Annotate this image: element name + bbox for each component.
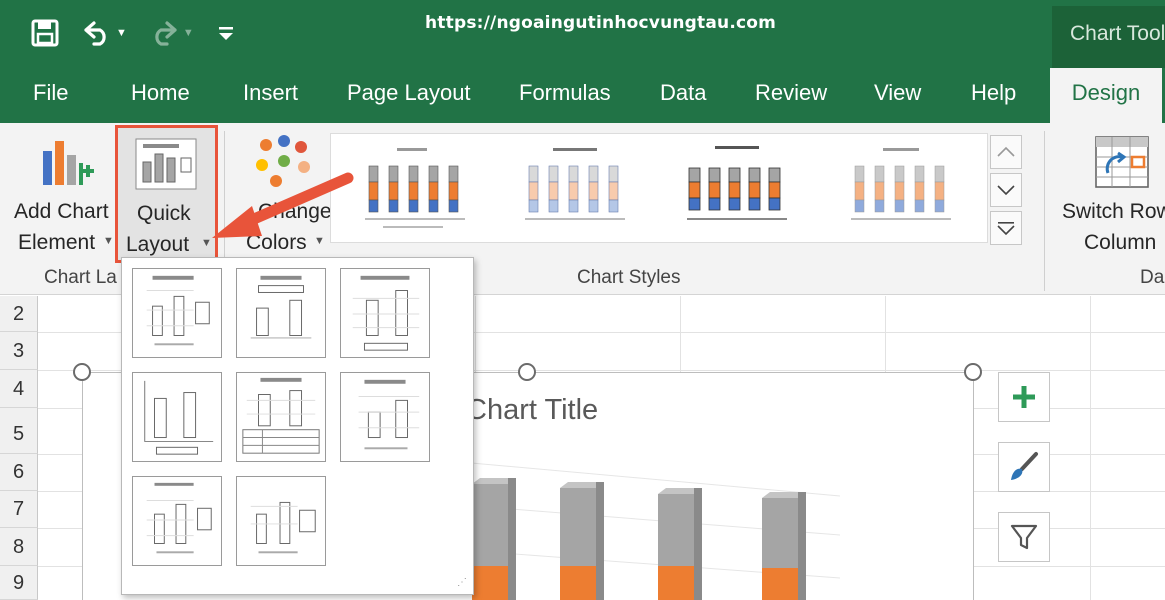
chart-title[interactable]: Chart Title — [466, 394, 598, 427]
chart-elements-button[interactable] — [998, 372, 1050, 422]
tab-view[interactable]: View — [874, 80, 921, 106]
quick-layout-icon — [135, 138, 197, 190]
undo-icon[interactable]: ▼ — [82, 20, 127, 46]
chart-column[interactable] — [472, 478, 516, 600]
gallery-scroll-up-button[interactable] — [990, 135, 1022, 169]
gallery-more-button[interactable] — [990, 211, 1022, 245]
website-watermark: https://ngoaingutinhocvungtau.com — [425, 13, 777, 33]
row-header[interactable]: 8 — [0, 528, 38, 566]
tab-design[interactable]: Design — [1050, 68, 1162, 123]
quick-layout-label-2: Layout — [126, 233, 190, 256]
group-label-chart-layouts: Chart La — [44, 267, 117, 288]
row-header[interactable]: 3 — [0, 332, 38, 370]
chart-column[interactable] — [658, 488, 702, 600]
quick-access-toolbar: ▼ ▼ — [30, 18, 236, 48]
layout-option-8[interactable] — [236, 476, 326, 566]
tab-file[interactable]: File — [33, 80, 68, 106]
chart-filters-button[interactable] — [998, 512, 1050, 562]
chart-style-thumbnail[interactable] — [501, 142, 649, 237]
change-colors-label-1: Change — [258, 200, 332, 223]
row-header[interactable]: 2 — [0, 296, 38, 332]
switch-row-column-icon — [1095, 136, 1149, 188]
chart-styles-button[interactable] — [998, 442, 1050, 492]
title-bar: ▼ ▼ https://ngoaingutinhocvungtau.com Ch… — [0, 0, 1165, 68]
add-chart-element-label-2: Element — [18, 231, 96, 254]
resize-grip-icon[interactable]: ⋰ — [457, 577, 467, 588]
layout-option-1[interactable] — [132, 268, 222, 358]
switch-row-column-button[interactable]: Switch Row/ Column — [1048, 123, 1165, 263]
chart-style-thumbnail[interactable] — [339, 142, 487, 237]
row-header[interactable]: 9 — [0, 566, 38, 600]
switch-row-column-label-2: Column — [1084, 231, 1157, 254]
row-header[interactable]: 4 — [0, 370, 38, 408]
chart-style-thumbnail[interactable] — [827, 142, 975, 237]
quick-layout-menu: ⋰ — [121, 257, 474, 595]
dropdown-arrow-icon: ▼ — [314, 235, 325, 247]
row-header[interactable]: 5 — [0, 408, 38, 454]
tab-help[interactable]: Help — [971, 80, 1016, 106]
undo-dropdown-icon[interactable]: ▼ — [116, 27, 127, 39]
resize-handle[interactable] — [964, 363, 982, 381]
layout-option-4[interactable] — [132, 372, 222, 462]
chart-column[interactable] — [560, 482, 604, 600]
add-chart-element-button[interactable]: Add Chart Element ▼ — [10, 123, 115, 263]
layout-option-5[interactable] — [236, 372, 326, 462]
chart-plot — [459, 461, 841, 600]
save-icon[interactable] — [30, 18, 60, 48]
layout-option-7[interactable] — [132, 476, 222, 566]
tab-formulas[interactable]: Formulas — [519, 80, 611, 106]
redo-dropdown-icon: ▼ — [182, 27, 194, 39]
ribbon-tabs: File Home Insert Page Layout Formulas Da… — [0, 68, 1165, 123]
group-label-chart-styles: Chart Styles — [577, 267, 681, 288]
dropdown-arrow-icon: ▼ — [201, 237, 212, 249]
tab-data[interactable]: Data — [660, 80, 706, 106]
row-header[interactable]: 7 — [0, 491, 38, 528]
chart-style-thumbnail[interactable] — [663, 142, 811, 237]
group-label-data: Da — [1140, 267, 1165, 288]
plus-icon — [1013, 386, 1035, 408]
change-colors-button[interactable]: Change Colors ▼ — [228, 123, 332, 263]
add-chart-element-label-1: Add Chart — [14, 200, 109, 223]
gallery-scroll-down-button[interactable] — [990, 173, 1022, 207]
layout-option-3[interactable] — [340, 268, 430, 358]
resize-handle[interactable] — [73, 363, 91, 381]
quick-layout-label-1: Quick — [137, 202, 191, 225]
grid-line — [1090, 296, 1091, 600]
redo-icon: ▼ — [149, 20, 194, 46]
customize-qat-icon[interactable] — [216, 23, 236, 43]
dropdown-arrow-icon: ▼ — [103, 235, 114, 247]
palette-icon — [256, 135, 310, 187]
ribbon-separator — [1044, 131, 1045, 291]
quick-layout-button[interactable]: Quick Layout ▼ — [115, 125, 218, 263]
change-colors-label-2: Colors — [246, 231, 307, 254]
tab-page-layout[interactable]: Page Layout — [347, 80, 471, 106]
layout-option-2[interactable] — [236, 268, 326, 358]
tab-home[interactable]: Home — [131, 80, 190, 106]
paintbrush-icon — [1011, 452, 1038, 480]
tab-review[interactable]: Review — [755, 80, 827, 106]
resize-handle[interactable] — [518, 363, 536, 381]
filter-icon — [1010, 524, 1038, 550]
row-header[interactable]: 6 — [0, 454, 38, 491]
chart-styles-gallery — [330, 133, 988, 243]
switch-row-column-label-1: Switch Row/ — [1062, 200, 1165, 223]
layout-option-6[interactable] — [340, 372, 430, 462]
chart-column[interactable] — [762, 492, 806, 600]
add-chart-element-icon — [43, 141, 94, 185]
chart-tools-label: Chart Tools — [1052, 6, 1165, 68]
tab-insert[interactable]: Insert — [243, 80, 298, 106]
